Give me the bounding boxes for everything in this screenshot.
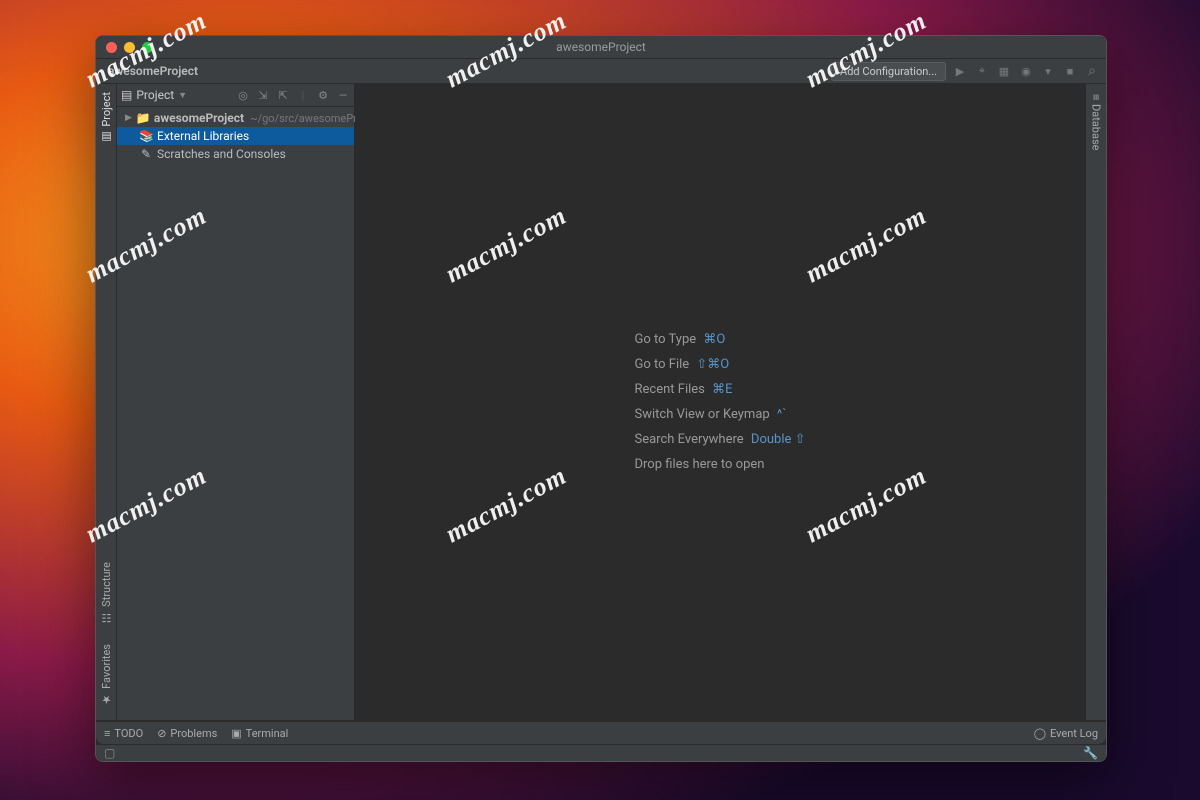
coverage-icon[interactable]: ▦ xyxy=(996,63,1012,79)
search-icon[interactable]: ⌕ xyxy=(1084,63,1100,79)
status-bar: ▢ 🔧 xyxy=(96,744,1106,761)
right-tool-strip: ≡Database xyxy=(1085,84,1106,720)
folder-icon: 📁 xyxy=(136,111,150,125)
settings-wrench-icon[interactable]: 🔧 xyxy=(1083,746,1098,760)
tree-item-label: External Libraries xyxy=(157,129,249,143)
left-tool-strip: ▤Project ☷Structure ★Favorites xyxy=(96,84,117,720)
bottom-tool-bar: ≡ TODO ⊘ Problems ▣ Terminal ◯ Event Log xyxy=(96,721,1106,744)
toolwindows-icon[interactable]: ▢ xyxy=(104,746,115,760)
ide-body: ▤Project ☷Structure ★Favorites ▤ Project… xyxy=(96,84,1106,721)
hint-kbd: ⌘O xyxy=(703,332,725,347)
todo-tool-button[interactable]: ≡ TODO xyxy=(104,727,143,740)
hint-label: Go to File xyxy=(635,357,690,372)
project-tree[interactable]: ▶ 📁 awesomeProject ~/go/src/awesomeProje… xyxy=(117,107,354,163)
event-log-button[interactable]: ◯ Event Log xyxy=(1034,727,1098,740)
hint-drop-files: Drop files here to open xyxy=(635,457,806,472)
titlebar: awesomeProject xyxy=(96,36,1106,59)
hide-icon[interactable]: — xyxy=(336,89,350,102)
collapse-all-icon[interactable]: ⇱ xyxy=(276,89,290,102)
problems-tool-button[interactable]: ⊘ Problems xyxy=(157,727,217,740)
project-tool-tab[interactable]: ▤Project xyxy=(100,88,113,148)
project-view-icon: ▤ xyxy=(121,88,132,102)
hint-search-everywhere: Search Everywhere Double ⇧ xyxy=(635,432,806,447)
chevron-right-icon[interactable]: ▶ xyxy=(125,113,132,123)
close-window-button[interactable] xyxy=(106,42,117,53)
hint-label: Search Everywhere xyxy=(635,432,744,447)
terminal-tool-button[interactable]: ▣ Terminal xyxy=(231,727,288,740)
database-tool-tab-label: Database xyxy=(1090,104,1103,150)
project-panel: ▤ Project ▼ ◎ ⇲ ⇱ | ⚙ — ▶ 📁 awesomeProj xyxy=(117,84,355,720)
editor-area[interactable]: Go to Type ⌘O Go to File ⇧⌘O Recent File… xyxy=(355,84,1085,720)
divider: | xyxy=(296,89,310,102)
terminal-icon: ▣ xyxy=(231,727,241,740)
tree-root-label: awesomeProject xyxy=(154,111,244,125)
hint-label: Drop files here to open xyxy=(635,457,765,472)
favorites-tool-tab-label: Favorites xyxy=(100,644,113,689)
hint-kbd: ^` xyxy=(777,407,786,422)
hint-kbd: ⌘E xyxy=(712,382,732,397)
editor-hints: Go to Type ⌘O Go to File ⇧⌘O Recent File… xyxy=(635,332,806,472)
target-icon[interactable]: ◎ xyxy=(236,89,250,102)
database-tool-tab[interactable]: ≡Database xyxy=(1090,90,1103,155)
scratch-icon: ✎ xyxy=(139,147,153,161)
project-panel-header: ▤ Project ▼ ◎ ⇲ ⇱ | ⚙ — xyxy=(117,84,354,107)
chevron-down-icon: ▼ xyxy=(178,90,187,101)
todo-label: TODO xyxy=(114,727,143,740)
library-icon: 📚 xyxy=(139,129,153,143)
ide-window: awesomeProject awesomeProject Add Config… xyxy=(95,35,1107,762)
attach-icon[interactable]: ▾ xyxy=(1040,63,1056,79)
event-log-icon: ◯ xyxy=(1034,727,1046,740)
todo-icon: ≡ xyxy=(104,727,110,740)
stop-icon[interactable]: ■ xyxy=(1062,63,1078,79)
tree-root[interactable]: ▶ 📁 awesomeProject ~/go/src/awesomeProje… xyxy=(117,109,354,127)
structure-tool-tab-label: Structure xyxy=(100,562,113,607)
gear-icon[interactable]: ⚙ xyxy=(316,89,330,102)
zoom-window-button[interactable] xyxy=(142,42,153,53)
problems-label: Problems xyxy=(170,727,217,740)
window-title: awesomeProject xyxy=(96,40,1106,54)
hint-kbd: ⇧⌘O xyxy=(696,357,729,372)
hint-label: Recent Files xyxy=(635,382,705,397)
navigation-bar: awesomeProject Add Configuration... ▶ ⌖ … xyxy=(96,59,1106,84)
hint-kbd: Double ⇧ xyxy=(751,432,806,447)
bottom-left-buttons: ≡ TODO ⊘ Problems ▣ Terminal xyxy=(104,727,288,740)
project-panel-toolbar: ◎ ⇲ ⇱ | ⚙ — xyxy=(236,89,350,102)
hint-label: Go to Type xyxy=(635,332,697,347)
tree-item-external-libraries[interactable]: 📚 External Libraries xyxy=(117,127,354,145)
event-log-label: Event Log xyxy=(1050,727,1098,740)
problems-icon: ⊘ xyxy=(157,727,166,740)
hint-recent-files: Recent Files ⌘E xyxy=(635,382,806,397)
project-panel-title-label: Project xyxy=(136,88,174,102)
add-configuration-button[interactable]: Add Configuration... xyxy=(831,62,946,81)
tree-item-scratches[interactable]: ✎ Scratches and Consoles xyxy=(117,145,354,163)
run-icon[interactable]: ▶ xyxy=(952,63,968,79)
breadcrumb[interactable]: awesomeProject xyxy=(102,64,198,78)
hint-label: Switch View or Keymap xyxy=(635,407,770,422)
debug-icon[interactable]: ⌖ xyxy=(974,63,990,79)
bottom-right-buttons: ◯ Event Log xyxy=(1034,727,1098,740)
profile-icon[interactable]: ◉ xyxy=(1018,63,1034,79)
project-tool-tab-label: Project xyxy=(100,92,113,127)
hint-go-to-file: Go to File ⇧⌘O xyxy=(635,357,806,372)
run-toolbar: Add Configuration... ▶ ⌖ ▦ ◉ ▾ ■ ⌕ xyxy=(831,62,1100,81)
terminal-label: Terminal xyxy=(246,727,289,740)
hint-switch-view: Switch View or Keymap ^` xyxy=(635,407,806,422)
favorites-tool-tab[interactable]: ★Favorites xyxy=(100,640,113,710)
hint-go-to-type: Go to Type ⌘O xyxy=(635,332,806,347)
project-panel-title[interactable]: ▤ Project ▼ xyxy=(121,88,187,102)
structure-tool-tab[interactable]: ☷Structure xyxy=(100,558,113,628)
expand-all-icon[interactable]: ⇲ xyxy=(256,89,270,102)
traffic-lights xyxy=(96,42,153,53)
minimize-window-button[interactable] xyxy=(124,42,135,53)
tree-item-label: Scratches and Consoles xyxy=(157,147,286,161)
